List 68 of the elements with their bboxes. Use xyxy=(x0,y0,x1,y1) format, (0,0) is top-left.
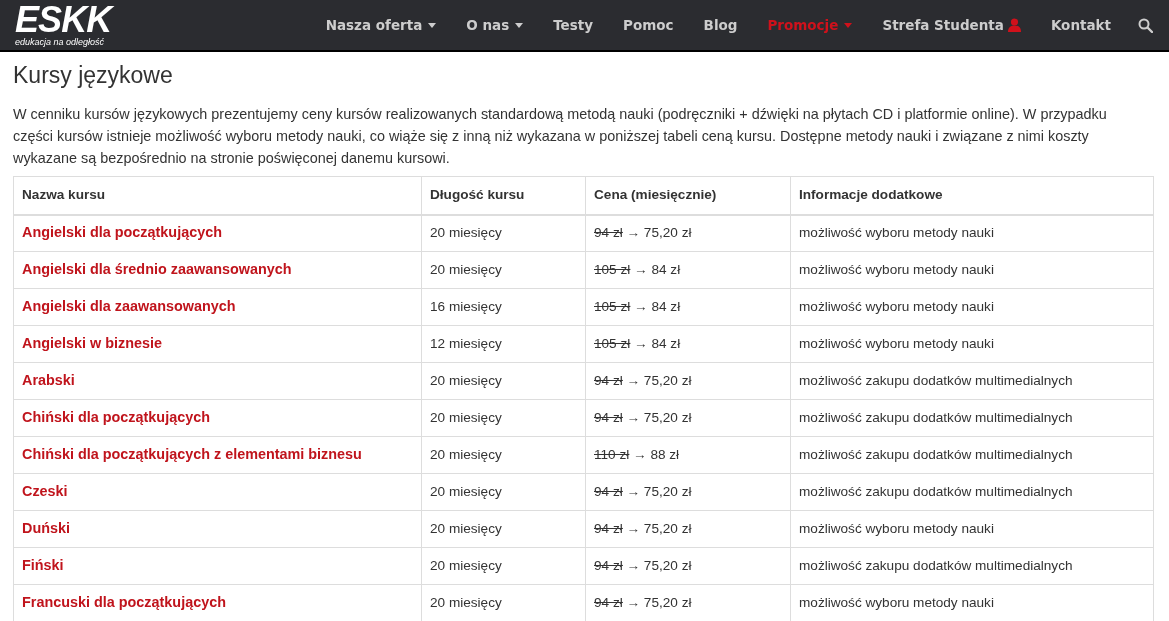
nav-link[interactable]: Blog xyxy=(688,14,753,36)
new-price: → 75,20 zł xyxy=(626,225,692,241)
old-price: 110 zł xyxy=(594,446,630,462)
nav-link[interactable]: Strefa Studenta xyxy=(867,14,1036,36)
intro-paragraph: W cenniku kursów językowych prezentujemy ceny kursów realizowanych standardową metodą nauki (podręczniki + dźwięki na płytach CD i platformie online). W przypadku części kursów istnieje możliwość wyboru metody nauki, co wiąże się z inną niż wykazana w poniższej tabeli ceną kursu. Dostępne metody nauki i związane z nimi koszty wykazane są bezpośrednio na stronie poświęconej danemu kursowi. xyxy=(13,105,1108,168)
table-cell: 20 miesięcy xyxy=(430,261,502,277)
table-cell: możliwość zakupu dodatków multimedialnych xyxy=(799,409,1073,425)
column-header: Informacje dodatkowe xyxy=(799,187,943,203)
table-cell: możliwość zakupu dodatków multimedialnych xyxy=(799,557,1073,573)
table-cell: możliwość wyboru metody nauki xyxy=(799,225,994,241)
table-cell: 20 miesięcy xyxy=(430,225,502,241)
old-price: 94 zł xyxy=(594,225,623,241)
column-header: Długość kursu xyxy=(430,187,525,203)
caret-icon xyxy=(428,22,437,28)
course-link[interactable]: Arabski xyxy=(22,372,75,389)
table-cell: 20 miesięcy xyxy=(430,483,502,499)
logo[interactable]: ESKK edukacja na odległość xyxy=(15,3,112,47)
table-cell: 20 miesięcy xyxy=(430,594,502,610)
page-heading: Kursy językowe xyxy=(13,61,174,90)
new-price: → 84 zł xyxy=(634,298,681,314)
column-header: Cena (miesięcznie) xyxy=(594,187,717,203)
new-price: → 75,20 zł xyxy=(626,594,692,610)
course-link[interactable]: Angielski w biznesie xyxy=(22,335,162,352)
caret-icon xyxy=(844,22,853,28)
course-link[interactable]: Czeski xyxy=(22,483,68,500)
new-price: → 75,20 zł xyxy=(626,409,692,425)
table-cell: 20 miesięcy xyxy=(430,372,502,388)
old-price: 105 zł xyxy=(594,335,631,351)
nav-link[interactable]: Kontakt xyxy=(1035,14,1126,36)
nav-link[interactable]: Nasza oferta xyxy=(310,14,452,36)
table-cell: możliwość wyboru metody nauki xyxy=(799,298,994,314)
course-link[interactable]: Duński xyxy=(22,520,70,537)
nav-link[interactable]: O nas xyxy=(451,14,539,36)
caret-icon xyxy=(515,22,524,28)
column-header: Nazwa kursu xyxy=(22,187,106,203)
old-price: 94 zł xyxy=(594,372,623,388)
old-price: 94 zł xyxy=(594,520,623,536)
table-cell: możliwość zakupu dodatków multimedialnych xyxy=(799,446,1073,462)
new-price: → 88 zł xyxy=(633,446,680,462)
table-cell: możliwość zakupu dodatków multimedialnych xyxy=(799,483,1073,499)
new-price: → 84 zł xyxy=(634,335,681,351)
new-price: → 75,20 zł xyxy=(626,520,692,536)
user-icon xyxy=(1007,18,1021,32)
new-price: → 84 zł xyxy=(634,261,681,277)
old-price: 105 zł xyxy=(594,261,631,277)
table-cell: możliwość wyboru metody nauki xyxy=(799,261,994,277)
table-cell: 12 miesięcy xyxy=(430,335,502,351)
table-cell: 20 miesięcy xyxy=(430,446,502,462)
table-cell: 20 miesięcy xyxy=(430,520,502,536)
table-cell: 16 miesięcy xyxy=(430,298,502,314)
course-link[interactable]: Fiński xyxy=(22,557,64,574)
new-price: → 75,20 zł xyxy=(626,557,692,573)
table-cell: możliwość zakupu dodatków multimedialnych xyxy=(799,372,1073,388)
search-icon[interactable] xyxy=(1138,17,1153,33)
old-price: 94 zł xyxy=(594,409,623,425)
old-price: 94 zł xyxy=(594,557,623,573)
new-price: → 75,20 zł xyxy=(626,483,692,499)
table-cell: 20 miesięcy xyxy=(430,557,502,573)
nav-link[interactable]: Testy xyxy=(538,14,609,36)
table-cell: 20 miesięcy xyxy=(430,409,502,425)
old-price: 94 zł xyxy=(594,483,623,499)
table-cell: możliwość wyboru metody nauki xyxy=(799,335,994,351)
new-price: → 75,20 zł xyxy=(626,372,692,388)
nav-link[interactable]: Pomoc xyxy=(608,14,689,36)
old-price: 94 zł xyxy=(594,594,623,610)
old-price: 105 zł xyxy=(594,298,631,314)
table-cell: możliwość wyboru metody nauki xyxy=(799,594,994,610)
table-cell: możliwość wyboru metody nauki xyxy=(799,520,994,536)
